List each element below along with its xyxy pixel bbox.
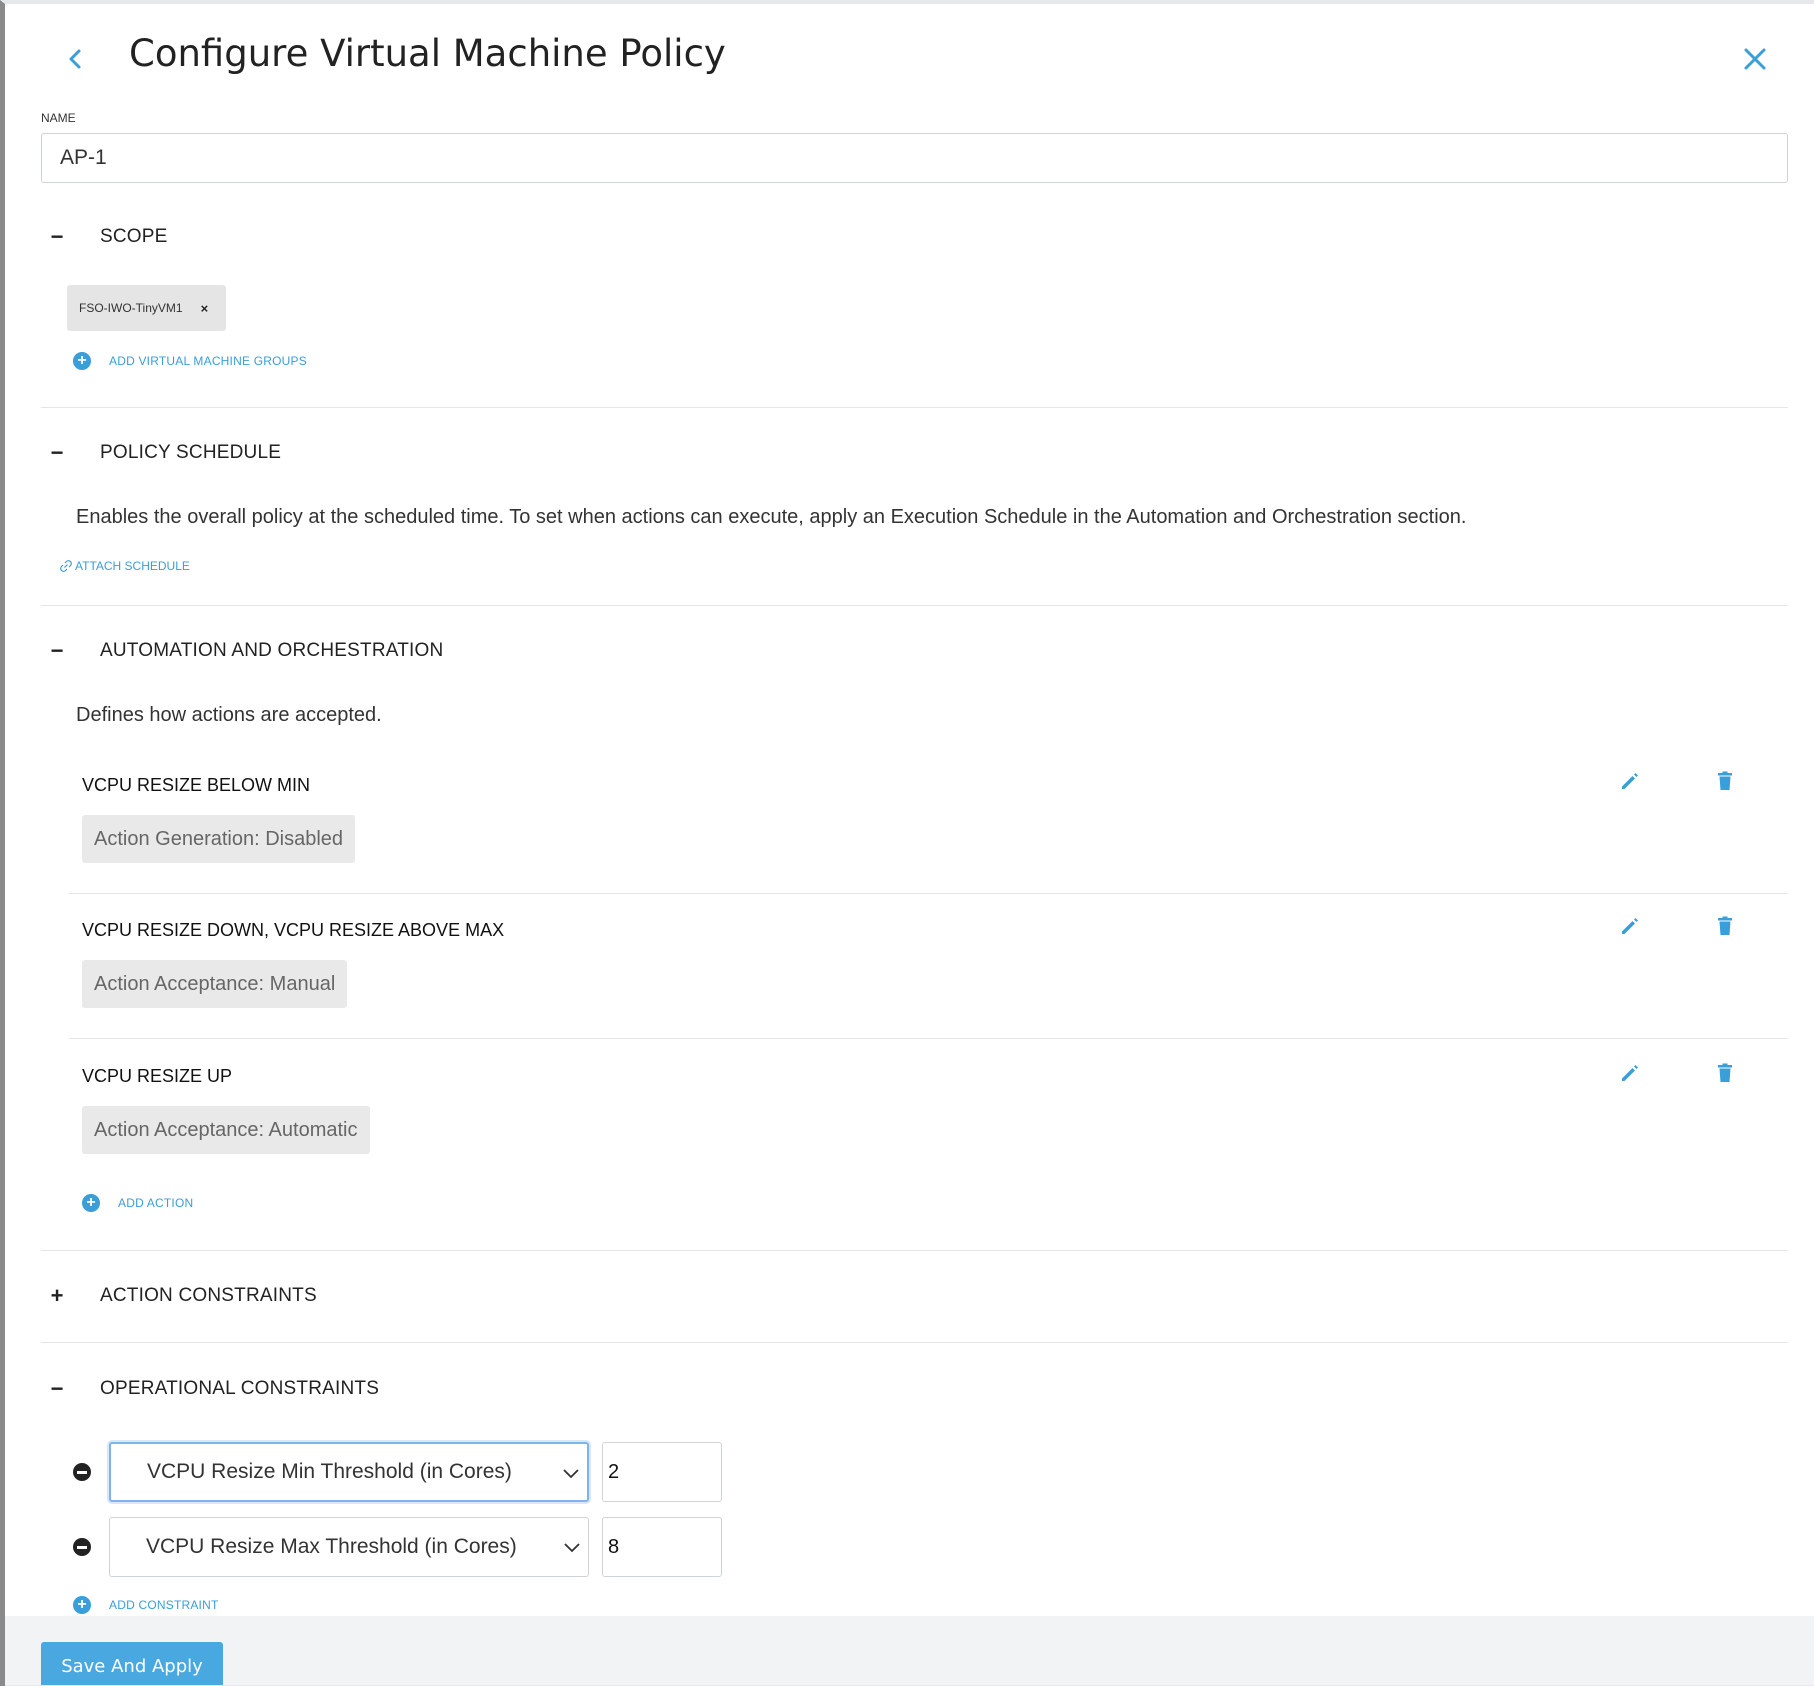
- row-divider: [69, 1038, 1788, 1039]
- add-vm-groups-link[interactable]: + ADD VIRTUAL MACHINE GROUPS: [73, 352, 307, 370]
- link-icon: [60, 560, 72, 572]
- add-action-link[interactable]: + ADD ACTION: [82, 1194, 193, 1212]
- section-divider: [41, 1250, 1788, 1251]
- close-icon: [1744, 48, 1766, 70]
- edit-button[interactable]: [1618, 1061, 1642, 1085]
- policy-schedule-section-header[interactable]: − POLICY SCHEDULE: [49, 438, 281, 468]
- remove-constraint-icon[interactable]: [73, 1538, 91, 1556]
- plus-circle-icon: +: [73, 1596, 91, 1614]
- expand-toggle[interactable]: +: [49, 1285, 65, 1307]
- row-divider: [69, 893, 1788, 894]
- chip-remove-icon[interactable]: ×: [201, 301, 209, 316]
- constraint-type-select[interactable]: VCPU Resize Min Threshold (in Cores): [109, 1442, 589, 1502]
- constraint-value-input[interactable]: [602, 1442, 722, 1502]
- plus-circle-icon: +: [82, 1194, 100, 1212]
- section-divider: [41, 605, 1788, 606]
- chevron-left-icon: [69, 49, 81, 69]
- action-constraints-title: ACTION CONSTRAINTS: [100, 1285, 317, 1306]
- automation-description: Defines how actions are accepted.: [76, 704, 382, 726]
- action-row-title: VCPU RESIZE DOWN, VCPU RESIZE ABOVE MAX: [82, 920, 505, 940]
- add-constraint-label: ADD CONSTRAINT: [109, 1598, 219, 1612]
- collapse-toggle[interactable]: −: [49, 1378, 65, 1400]
- pencil-icon: [1622, 918, 1638, 934]
- policy-schedule-title: POLICY SCHEDULE: [100, 442, 282, 463]
- plus-circle-icon: +: [73, 352, 91, 370]
- chevron-down-icon: [563, 1469, 579, 1479]
- add-vm-groups-label: ADD VIRTUAL MACHINE GROUPS: [109, 354, 307, 368]
- operational-constraints-title: OPERATIONAL CONSTRAINTS: [100, 1378, 380, 1399]
- collapse-toggle[interactable]: −: [49, 640, 65, 662]
- save-and-apply-button[interactable]: Save And Apply: [41, 1642, 223, 1686]
- constraint-type-value: VCPU Resize Max Threshold (in Cores): [146, 1535, 517, 1558]
- attach-schedule-link[interactable]: ATTACH SCHEDULE: [60, 559, 190, 573]
- name-input[interactable]: [41, 133, 1788, 183]
- operational-constraints-section-header[interactable]: − OPERATIONAL CONSTRAINTS: [49, 1374, 379, 1404]
- scope-chip-label: FSO-IWO-TinyVM1: [79, 301, 183, 315]
- pencil-icon: [1622, 773, 1638, 789]
- add-constraint-link[interactable]: + ADD CONSTRAINT: [73, 1596, 218, 1614]
- delete-button[interactable]: [1713, 914, 1737, 938]
- back-button[interactable]: [60, 44, 90, 74]
- remove-constraint-icon[interactable]: [73, 1463, 91, 1481]
- add-action-label: ADD ACTION: [118, 1196, 194, 1210]
- trash-icon: [1718, 916, 1732, 935]
- constraint-value-input[interactable]: [602, 1517, 722, 1577]
- footer-bar: Save And Apply: [5, 1616, 1814, 1686]
- constraint-type-select[interactable]: VCPU Resize Max Threshold (in Cores): [109, 1517, 589, 1577]
- policy-schedule-description: Enables the overall policy at the schedu…: [76, 506, 1467, 528]
- page-title: Configure Virtual Machine Policy: [129, 32, 726, 75]
- collapse-toggle[interactable]: −: [49, 442, 65, 464]
- scope-title: SCOPE: [100, 226, 168, 247]
- edit-button[interactable]: [1618, 769, 1642, 793]
- section-divider: [41, 407, 1788, 408]
- section-divider: [41, 1342, 1788, 1343]
- action-row-title: VCPU RESIZE BELOW MIN: [82, 775, 311, 795]
- constraint-type-value: VCPU Resize Min Threshold (in Cores): [147, 1460, 512, 1483]
- policy-config-panel: Configure Virtual Machine Policy NAME − …: [0, 0, 1814, 1686]
- scope-chip: FSO-IWO-TinyVM1 ×: [67, 285, 226, 331]
- pencil-icon: [1622, 1065, 1638, 1081]
- action-row-title: VCPU RESIZE UP: [82, 1066, 233, 1086]
- action-constraints-section-header[interactable]: + ACTION CONSTRAINTS: [49, 1281, 317, 1311]
- automation-title: AUTOMATION AND ORCHESTRATION: [100, 640, 444, 661]
- action-status-badge: Action Generation: Disabled: [82, 815, 356, 863]
- panel-header: Configure Virtual Machine Policy: [5, 4, 1814, 109]
- action-status-badge: Action Acceptance: Automatic: [82, 1106, 370, 1154]
- chevron-down-icon: [564, 1543, 580, 1553]
- trash-icon: [1718, 771, 1732, 790]
- delete-button[interactable]: [1713, 769, 1737, 793]
- attach-schedule-label: ATTACH SCHEDULE: [75, 559, 190, 573]
- name-label: NAME: [41, 111, 76, 125]
- collapse-toggle[interactable]: −: [49, 226, 65, 248]
- delete-button[interactable]: [1713, 1061, 1737, 1085]
- automation-section-header[interactable]: − AUTOMATION AND ORCHESTRATION: [49, 636, 444, 666]
- scope-section-header[interactable]: − SCOPE: [49, 222, 168, 252]
- trash-icon: [1718, 1063, 1732, 1082]
- action-status-badge: Action Acceptance: Manual: [82, 960, 348, 1008]
- close-button[interactable]: [1740, 44, 1770, 74]
- edit-button[interactable]: [1618, 914, 1642, 938]
